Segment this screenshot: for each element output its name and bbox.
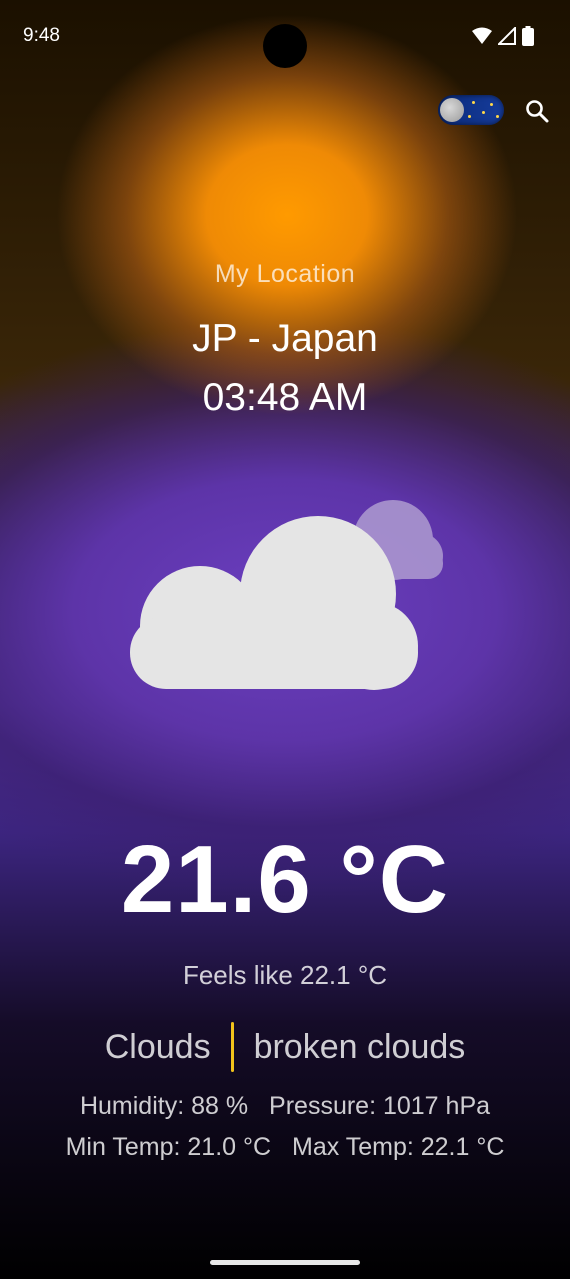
divider [230,1022,234,1072]
star-icon [472,101,475,104]
city-name: JP - Japan [192,317,378,360]
star-icon [496,115,499,118]
location-label: My Location [214,260,356,288]
theme-toggle[interactable] [438,95,504,125]
temperature: 21.6 °C [120,826,450,933]
weather-description: broken clouds [253,1027,466,1066]
feels-like: Feels like 22.1 °C [182,960,388,990]
star-icon [482,111,485,114]
details-row-1: Humidity: 88 % Pressure: 1017 hPa [0,1092,570,1121]
humidity: Humidity: 88 % [79,1092,249,1120]
search-icon[interactable] [524,98,550,124]
moon-icon [440,98,464,122]
star-icon [490,103,493,106]
min-temp: Min Temp: 21.0 °C [65,1133,272,1161]
signal-icon [498,27,516,45]
pressure: Pressure: 1017 hPa [269,1092,491,1120]
local-time: 03:48 AM [202,376,368,419]
max-temp: Max Temp: 22.1 °C [292,1133,505,1161]
home-indicator[interactable] [210,1260,360,1265]
conditions: Clouds broken clouds [0,1022,570,1072]
battery-icon [522,26,534,46]
details-row-2: Min Temp: 21.0 °C Max Temp: 22.1 °C [0,1133,570,1162]
weather-screen: 9:48 My Location JP - Japan 03:48 AM 21.… [0,0,570,1279]
star-icon [468,115,471,118]
camera-cutout [263,24,307,68]
status-time: 9:48 [23,25,60,46]
weather-main: Clouds [104,1027,211,1066]
wifi-icon [472,27,492,44]
status-icons [472,26,534,46]
broken-clouds-icon [130,500,443,690]
